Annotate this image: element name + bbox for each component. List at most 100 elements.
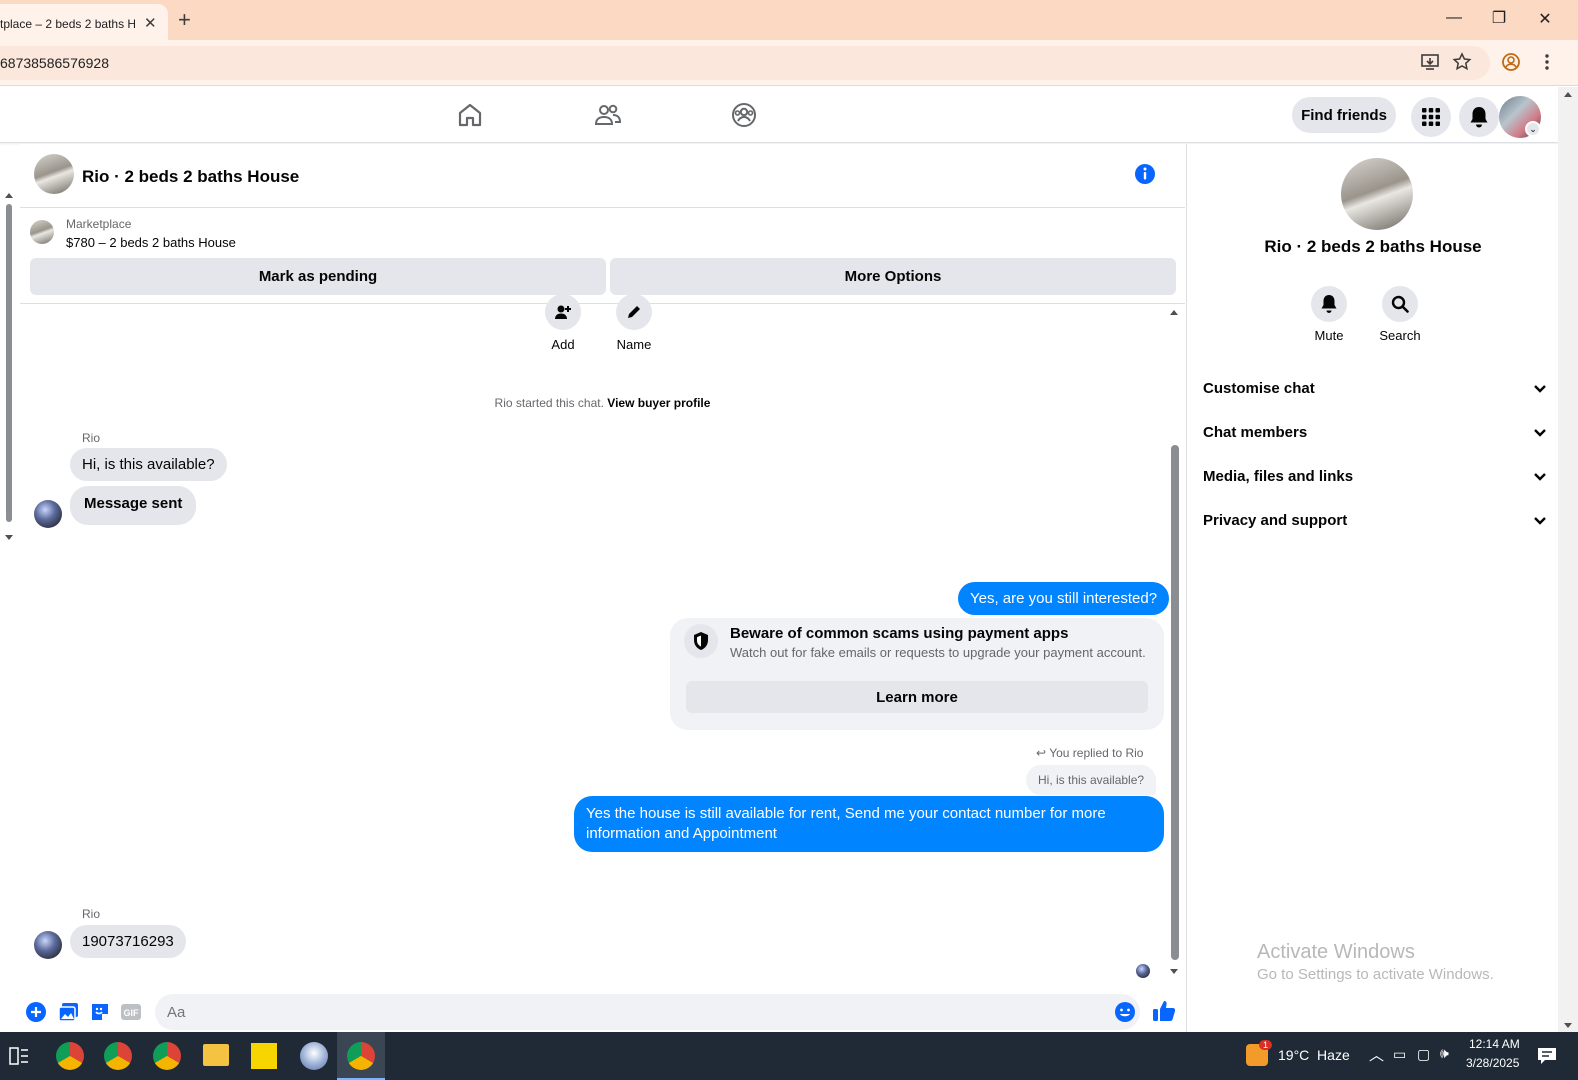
weather-text[interactable]: 19°C Haze — [1278, 1047, 1350, 1063]
message-input[interactable] — [155, 994, 1140, 1030]
marketplace-thumbnail — [30, 220, 54, 244]
notifications-button[interactable] — [1459, 97, 1499, 137]
learn-more-button[interactable]: Learn more — [686, 681, 1148, 713]
sticky-notes-icon[interactable] — [251, 1043, 277, 1069]
scam-warning-title: Beware of common scams using payment app… — [730, 625, 1069, 642]
add-people-button[interactable] — [545, 294, 581, 330]
more-options-button[interactable]: More Options — [610, 258, 1176, 295]
svg-text:GIF: GIF — [124, 1008, 140, 1018]
photo-icon[interactable] — [58, 1001, 80, 1023]
menu-button[interactable] — [1411, 97, 1451, 137]
mute-button[interactable] — [1311, 286, 1347, 322]
name-chat-button[interactable] — [616, 294, 652, 330]
marketplace-bar: Marketplace $780 – 2 beds 2 baths House … — [20, 208, 1185, 304]
bookmark-star-icon[interactable] — [1452, 52, 1472, 72]
panel-listing-photo[interactable] — [1341, 158, 1413, 230]
page-scrollbar[interactable] — [1558, 87, 1578, 1033]
replied-quote[interactable]: Hi, is this available? — [1026, 765, 1157, 795]
clock-date[interactable]: 3/28/2025 — [1466, 1056, 1519, 1070]
profile-icon[interactable] — [1501, 52, 1521, 72]
reply-context: ↩ You replied to Rio — [1036, 746, 1143, 760]
file-explorer-icon[interactable] — [203, 1044, 229, 1066]
sticker-icon[interactable] — [89, 1001, 111, 1023]
groups-icon[interactable] — [730, 101, 758, 129]
facebook-top-nav: Find friends ⌄ — [0, 87, 1558, 143]
chrome-icon[interactable] — [153, 1042, 181, 1070]
friends-icon[interactable] — [594, 101, 622, 129]
chat-started-text: Rio started this chat. — [494, 396, 604, 410]
chevron-up-icon[interactable]: ︿ — [1369, 1044, 1384, 1065]
activate-windows-title: Activate Windows — [1257, 941, 1415, 963]
chevron-down-icon — [1534, 473, 1546, 481]
bell-icon — [1470, 107, 1488, 128]
url-text: 68738586576928 — [0, 55, 110, 71]
row-label: Customise chat — [1203, 380, 1315, 397]
view-buyer-profile-link[interactable]: View buyer profile — [607, 396, 710, 410]
like-thumb-icon[interactable] — [1152, 999, 1176, 1023]
chrome-profile-2-icon[interactable] — [104, 1042, 132, 1070]
grid-menu-icon — [1422, 108, 1440, 126]
volume-icon[interactable]: 🕪 — [1440, 1045, 1449, 1062]
search-label: Search — [1379, 328, 1421, 343]
left-scrollbar[interactable] — [4, 190, 14, 545]
gif-icon[interactable]: GIF — [120, 1001, 142, 1023]
close-tab-icon[interactable]: ✕ — [144, 14, 157, 32]
minimize-icon[interactable]: — — [1444, 9, 1464, 27]
sender-avatar[interactable] — [34, 931, 62, 959]
network-icon[interactable]: ▭ — [1393, 1046, 1406, 1063]
chat-title[interactable]: Rio · 2 beds 2 baths House — [82, 167, 299, 187]
notification-center-icon[interactable] — [1536, 1045, 1558, 1067]
chrome-profile-1-icon[interactable] — [56, 1042, 84, 1070]
plus-circle-icon[interactable] — [25, 1001, 47, 1023]
row-label: Media, files and links — [1203, 468, 1354, 485]
chat-members-row[interactable]: Chat members — [1203, 412, 1553, 456]
chat-details-panel: Rio · 2 beds 2 baths House Mute Search C… — [1186, 144, 1558, 1032]
close-window-icon[interactable]: ✕ — [1535, 9, 1555, 29]
outgoing-message[interactable]: Yes, are you still interested? — [958, 582, 1170, 615]
marketplace-label: Marketplace — [66, 217, 132, 231]
sender-avatar[interactable] — [34, 500, 62, 528]
active-chrome-taskbar-item[interactable] — [337, 1032, 385, 1080]
incoming-message[interactable]: Message sent — [70, 486, 197, 525]
task-view-icon[interactable] — [8, 1045, 30, 1067]
media-files-links-row[interactable]: Media, files and links — [1203, 456, 1553, 500]
install-app-icon[interactable] — [1420, 52, 1440, 72]
browser-tab-bar: tplace – 2 beds 2 baths H ✕ + — ❐ ✕ — [0, 0, 1578, 40]
reply-context-text: You replied to Rio — [1049, 746, 1144, 760]
message-composer: GIF — [20, 990, 1185, 1032]
browser-tab[interactable]: tplace – 2 beds 2 baths H ✕ — [0, 4, 168, 40]
add-label: Add — [551, 337, 575, 352]
chat-scroll-thumb[interactable] — [1171, 445, 1179, 960]
row-label: Privacy and support — [1203, 512, 1348, 529]
address-bar[interactable]: 68738586576928 — [0, 46, 1490, 80]
display-icon[interactable]: ▢ — [1417, 1046, 1430, 1063]
activate-windows-subtitle: Go to Settings to activate Windows. — [1257, 966, 1494, 983]
search-in-chat-button[interactable] — [1382, 286, 1418, 322]
account-chevron-icon[interactable]: ⌄ — [1525, 121, 1541, 137]
chat-started-notice: Rio started this chat. View buyer profil… — [20, 396, 1185, 410]
name-label: Name — [616, 337, 652, 352]
find-friends-button[interactable]: Find friends — [1292, 97, 1396, 133]
add-person-icon — [555, 305, 571, 319]
info-icon[interactable] — [1134, 163, 1156, 185]
incoming-message[interactable]: Hi, is this available? — [70, 448, 227, 481]
chat-header: Rio · 2 beds 2 baths House — [20, 144, 1185, 208]
app-icon[interactable] — [300, 1042, 328, 1070]
clock-time[interactable]: 12:14 AM — [1469, 1037, 1520, 1051]
customise-chat-row[interactable]: Customise chat — [1203, 368, 1553, 412]
mark-as-pending-button[interactable]: Mark as pending — [30, 258, 606, 295]
listing-thumbnail[interactable] — [34, 154, 74, 194]
emoji-icon[interactable] — [1114, 1001, 1136, 1023]
restore-icon[interactable]: ❐ — [1489, 8, 1509, 28]
home-icon[interactable] — [456, 101, 484, 129]
incoming-message[interactable]: 19073716293 — [70, 925, 186, 958]
scam-warning-card: Beware of common scams using payment app… — [670, 618, 1164, 730]
outgoing-message[interactable]: Yes the house is still available for ren… — [574, 796, 1164, 852]
privacy-support-row[interactable]: Privacy and support — [1203, 500, 1553, 544]
chevron-down-icon — [1534, 517, 1546, 525]
listing-title[interactable]: $780 – 2 beds 2 baths House — [66, 235, 236, 250]
shield-icon-wrap — [684, 624, 718, 658]
new-tab-icon[interactable]: + — [178, 7, 191, 33]
tab-title: tplace – 2 beds 2 baths H — [0, 17, 135, 31]
browser-menu-icon[interactable] — [1537, 52, 1557, 72]
